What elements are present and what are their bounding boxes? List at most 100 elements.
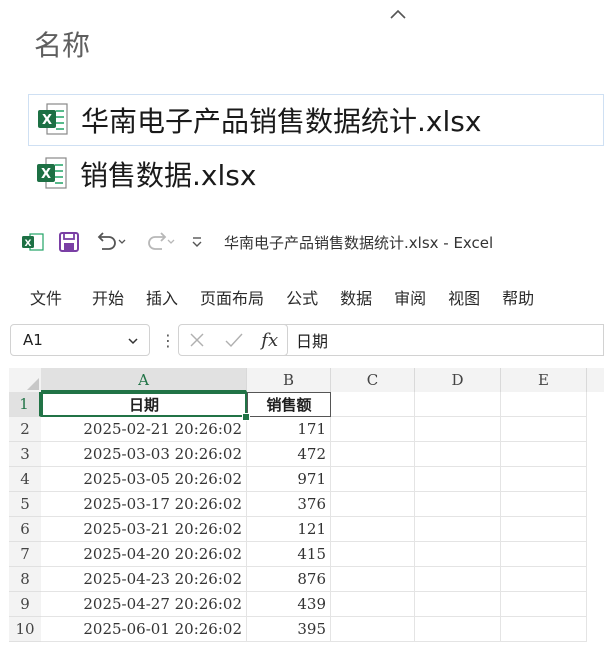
cell-empty[interactable]	[501, 567, 587, 592]
cell-empty[interactable]	[415, 567, 501, 592]
row-header[interactable]: 4	[9, 467, 41, 492]
cell-empty[interactable]	[415, 467, 501, 492]
cell-amount[interactable]: 439	[247, 592, 331, 617]
cell-empty[interactable]	[331, 517, 415, 542]
cell-amount[interactable]: 876	[247, 567, 331, 592]
file-item-huanan-sales[interactable]: X 华南电子产品销售数据统计.xlsx	[28, 94, 604, 146]
row-header[interactable]: 1	[9, 392, 41, 417]
fill-handle[interactable]	[242, 413, 250, 421]
excel-file-icon: X	[37, 157, 67, 189]
cell-empty[interactable]	[331, 467, 415, 492]
save-icon[interactable]	[58, 231, 80, 253]
column-header-c[interactable]: C	[331, 368, 415, 392]
cell-empty[interactable]	[501, 617, 587, 642]
cell-empty[interactable]	[331, 592, 415, 617]
cell-date[interactable]: 2025-03-17 20:26:02	[41, 492, 247, 517]
tab-view[interactable]: 视图	[448, 285, 480, 309]
cell-empty[interactable]	[501, 492, 587, 517]
cell-empty[interactable]	[415, 417, 501, 442]
cell-date[interactable]: 2025-04-20 20:26:02	[41, 542, 247, 567]
row-header[interactable]: 6	[9, 517, 41, 542]
formula-input[interactable]: 日期	[282, 324, 604, 356]
row-header[interactable]: 9	[9, 592, 41, 617]
cell-empty[interactable]	[415, 542, 501, 567]
excel-app-icon: X	[22, 233, 44, 251]
cell-empty[interactable]	[501, 467, 587, 492]
enter-check-icon[interactable]	[224, 331, 244, 349]
cell-empty[interactable]	[415, 592, 501, 617]
cell-date[interactable]: 2025-03-21 20:26:02	[41, 517, 247, 542]
cell-empty[interactable]	[501, 592, 587, 617]
cell-amount[interactable]: 171	[247, 417, 331, 442]
more-options-icon[interactable]: ⋮	[160, 331, 176, 350]
tab-data[interactable]: 数据	[340, 285, 372, 309]
cell-empty[interactable]	[331, 542, 415, 567]
cell-amount[interactable]: 376	[247, 492, 331, 517]
cell-empty[interactable]	[331, 417, 415, 442]
cell-date[interactable]: 2025-06-01 20:26:02	[41, 617, 247, 642]
tab-insert[interactable]: 插入	[146, 285, 178, 309]
cell-empty[interactable]	[331, 567, 415, 592]
cell-b1[interactable]: 销售额	[247, 392, 331, 417]
column-header-b[interactable]: B	[247, 368, 331, 392]
tab-home[interactable]: 开始	[92, 285, 124, 309]
spreadsheet-grid: A B C D E 1 日期 销售额 2 2025-02-21 20:26:02…	[9, 368, 604, 647]
cell-amount[interactable]: 472	[247, 442, 331, 467]
cell-empty[interactable]	[415, 617, 501, 642]
cell-date[interactable]: 2025-03-05 20:26:02	[41, 467, 247, 492]
excel-file-icon: X	[38, 103, 68, 135]
select-all-corner[interactable]	[9, 368, 41, 392]
tab-review[interactable]: 审阅	[394, 285, 426, 309]
row-header[interactable]: 5	[9, 492, 41, 517]
file-item-sales-data[interactable]: X 销售数据.xlsx	[28, 148, 348, 200]
sort-ascending-caret-icon[interactable]	[389, 8, 407, 20]
cell-empty[interactable]	[501, 417, 587, 442]
cell-amount[interactable]: 415	[247, 542, 331, 567]
cell-empty[interactable]	[501, 542, 587, 567]
row-header[interactable]: 3	[9, 442, 41, 467]
row-header[interactable]: 10	[9, 617, 41, 642]
insert-function-icon[interactable]: fx	[261, 330, 278, 351]
cell-empty[interactable]	[331, 442, 415, 467]
cell-empty[interactable]	[501, 517, 587, 542]
cell-empty[interactable]	[501, 442, 587, 467]
name-box[interactable]: A1	[10, 324, 150, 356]
chevron-down-icon[interactable]	[127, 335, 139, 347]
cell-amount[interactable]: 395	[247, 617, 331, 642]
cell-date[interactable]: 2025-02-21 20:26:02	[41, 417, 247, 442]
column-header-e[interactable]: E	[501, 368, 587, 392]
customize-toolbar-icon[interactable]	[190, 235, 204, 249]
undo-icon[interactable]	[94, 231, 128, 253]
file-name: 销售数据.xlsx	[80, 159, 257, 192]
cell-date[interactable]: 2025-04-23 20:26:02	[41, 567, 247, 592]
redo-icon[interactable]	[142, 231, 176, 253]
cell-d1[interactable]	[415, 392, 501, 417]
tab-file[interactable]: 文件	[30, 285, 62, 309]
cell-e1[interactable]	[501, 392, 587, 417]
cell-empty[interactable]	[331, 617, 415, 642]
row-header[interactable]: 8	[9, 567, 41, 592]
cell-c1[interactable]	[331, 392, 415, 417]
cell-empty[interactable]	[415, 442, 501, 467]
cell-amount[interactable]: 121	[247, 517, 331, 542]
excel-window: X 华南电子产品销售数据统计.xlsx - Excel 文件 开始 插入 页面布…	[0, 212, 604, 647]
column-header-d[interactable]: D	[415, 368, 501, 392]
file-name: 华南电子产品销售数据统计.xlsx	[81, 105, 482, 138]
row-header[interactable]: 2	[9, 417, 41, 442]
cell-empty[interactable]	[415, 517, 501, 542]
tab-help[interactable]: 帮助	[502, 285, 534, 309]
cell-date[interactable]: 2025-03-03 20:26:02	[41, 442, 247, 467]
name-column-header[interactable]: 名称	[34, 24, 90, 64]
row-header[interactable]: 7	[9, 542, 41, 567]
column-header-a[interactable]: A	[41, 368, 247, 392]
cell-date[interactable]: 2025-04-27 20:26:02	[41, 592, 247, 617]
cell-empty[interactable]	[415, 492, 501, 517]
cell-amount[interactable]: 971	[247, 467, 331, 492]
svg-text:X: X	[41, 167, 51, 182]
title-bar: X 华南电子产品销售数据统计.xlsx - Excel	[0, 212, 604, 272]
tab-page-layout[interactable]: 页面布局	[200, 285, 264, 309]
formula-bar: A1 ⋮ fx 日期	[10, 324, 604, 358]
tab-formulas[interactable]: 公式	[286, 285, 318, 309]
cell-empty[interactable]	[331, 492, 415, 517]
cancel-icon[interactable]	[188, 331, 206, 349]
